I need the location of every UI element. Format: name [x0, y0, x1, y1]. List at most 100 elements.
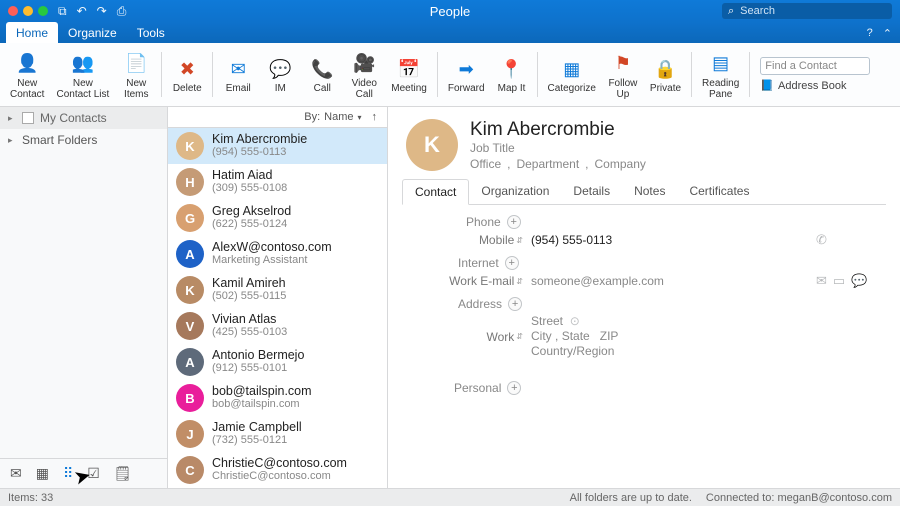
mail-icon[interactable]: ✉	[10, 465, 22, 482]
contact-name: Kim Abercrombie	[470, 119, 646, 141]
new-contact-list-button[interactable]: 👥 New Contact List	[52, 46, 113, 103]
contact-crumbs[interactable]: Office, Department, Company	[470, 157, 646, 171]
list-item[interactable]: KKamil Amireh(502) 555-0115	[168, 272, 387, 308]
phone-group: Phone + Mobile⇵ (954) 555-0113 ✆	[402, 215, 886, 248]
redo-icon[interactable]: ↷	[97, 4, 107, 19]
list-item[interactable]: H Hatim Aiad(309) 555-0108	[168, 164, 387, 200]
collapse-icon[interactable]: ⌃	[883, 27, 892, 40]
tab-contact[interactable]: Contact	[402, 179, 469, 205]
list-item[interactable]: GGreg Akselrod(622) 555-0124	[168, 200, 387, 236]
avatar: K	[176, 276, 204, 304]
search-box[interactable]: ⌕	[722, 3, 892, 19]
email-button[interactable]: ✉ Email	[219, 46, 257, 103]
tab-tools[interactable]: Tools	[127, 22, 175, 43]
checkbox-icon[interactable]	[22, 112, 34, 124]
meeting-button[interactable]: 📅 Meeting	[387, 46, 431, 103]
new-contact-icon: 👤	[16, 50, 38, 78]
list-item-name: AlexW@contoso.com	[212, 241, 332, 254]
video-chat-icon[interactable]: ▭	[833, 273, 845, 289]
phone-action-icon[interactable]: ✆	[816, 232, 827, 248]
list-item[interactable]: VVivian Atlas(425) 555-0103	[168, 308, 387, 344]
delete-button[interactable]: ✖ Delete	[168, 46, 206, 103]
contact-fields: Phone + Mobile⇵ (954) 555-0113 ✆ Interne…	[388, 205, 900, 413]
address-work-label[interactable]: Work⇵	[428, 330, 523, 344]
list-item[interactable]: KKim Abercrombie(954) 555-0113	[168, 128, 387, 164]
list-item[interactable]: Bbob@tailspin.combob@tailspin.com	[168, 380, 387, 416]
avatar: G	[176, 204, 204, 232]
contact-job-title[interactable]: Job Title	[470, 141, 646, 155]
tab-organize[interactable]: Organize	[58, 22, 127, 43]
email-placeholder[interactable]: someone@example.com	[531, 274, 808, 288]
phone-mobile-label[interactable]: Mobile⇵	[428, 233, 523, 247]
avatar: H	[176, 168, 204, 196]
list-item-sub: (732) 555-0121	[212, 434, 302, 447]
nav-smart-folders[interactable]: ▸ Smart Folders	[0, 129, 167, 151]
call-icon: 📞	[311, 55, 333, 83]
list-item-sub: (309) 555-0108	[212, 182, 287, 195]
map-pin-icon[interactable]: ⊙	[570, 314, 580, 328]
tab-notes[interactable]: Notes	[622, 179, 677, 204]
chevron-right-icon: ▸	[8, 135, 16, 146]
list-item-sub: Marketing Assistant	[212, 254, 332, 267]
close-icon[interactable]	[8, 6, 18, 16]
tab-details[interactable]: Details	[561, 179, 622, 204]
new-items-button[interactable]: 📄 New Items	[117, 46, 155, 103]
zoom-icon[interactable]	[38, 6, 48, 16]
add-phone-button[interactable]: +	[507, 215, 521, 229]
add-address-button[interactable]: +	[508, 297, 522, 311]
compose-email-icon[interactable]: ✉	[816, 273, 827, 289]
avatar: B	[176, 384, 204, 412]
sort-direction-icon[interactable]: ↑	[372, 111, 378, 123]
find-contact-input[interactable]: Find a Contact	[760, 57, 870, 75]
im-button[interactable]: 💬 IM	[261, 46, 299, 103]
video-call-button[interactable]: 🎥 Video Call	[345, 46, 383, 103]
chat-icon[interactable]: 💬	[851, 273, 867, 289]
list-item[interactable]: JJamie Campbell(732) 555-0121	[168, 416, 387, 452]
address-value[interactable]: Street ⊙ City , State ZIP Country/Region	[531, 314, 808, 359]
avatar: A	[176, 348, 204, 376]
minimize-icon[interactable]	[23, 6, 33, 16]
list-item-name: Antonio Bermejo	[212, 349, 304, 362]
reading-pane-button[interactable]: ▤ Reading Pane	[698, 46, 743, 103]
categorize-button[interactable]: ▦ Categorize	[544, 46, 600, 103]
save-icon[interactable]: ⧉	[58, 4, 67, 19]
list-item-sub: (502) 555-0115	[212, 290, 286, 303]
personal-group: Personal +	[402, 381, 886, 395]
im-icon: 💬	[269, 55, 291, 83]
forward-button[interactable]: ➡ Forward	[444, 46, 489, 103]
list-item-sub: (425) 555-0103	[212, 326, 287, 339]
lock-icon: 🔒	[654, 55, 676, 83]
list-item[interactable]: AAlexW@contoso.comMarketing Assistant	[168, 236, 387, 272]
undo-icon[interactable]: ↶	[77, 4, 87, 19]
tab-certificates[interactable]: Certificates	[677, 179, 761, 204]
reading-pane: K Kim Abercrombie Job Title Office, Depa…	[388, 107, 900, 488]
search-input[interactable]	[738, 4, 886, 18]
notes-icon[interactable]: 🗒	[114, 465, 132, 482]
follow-up-button[interactable]: ⚑ Follow Up	[604, 46, 642, 103]
private-button[interactable]: 🔒 Private	[646, 46, 685, 103]
list-item[interactable]: CChristieC@contoso.comChristieC@contoso.…	[168, 452, 387, 488]
calendar-icon[interactable]: ▦	[36, 465, 49, 482]
reading-pane-icon: ▤	[712, 50, 729, 78]
add-internet-button[interactable]: +	[505, 256, 519, 270]
address-book-button[interactable]: 📘 Address Book	[760, 79, 870, 92]
meeting-icon: 📅	[398, 55, 420, 83]
list-item-sub: (912) 555-0101	[212, 362, 304, 375]
list-item-name: Hatim Aiad	[212, 169, 287, 182]
list-item[interactable]: A Antonio Bermejo(912) 555-0101	[168, 344, 387, 380]
map-it-button[interactable]: 📍 Map It	[493, 46, 531, 103]
help-icon[interactable]: ?	[867, 27, 873, 40]
list-item-name: Kim Abercrombie	[212, 133, 307, 146]
phone-mobile-value[interactable]: (954) 555-0113	[531, 233, 808, 247]
call-button[interactable]: 📞 Call	[303, 46, 341, 103]
print-icon[interactable]: ⎙	[117, 4, 127, 19]
nav-my-contacts[interactable]: ▸ My Contacts	[0, 107, 167, 129]
tab-organization[interactable]: Organization	[469, 179, 561, 204]
map-icon: 📍	[500, 55, 522, 83]
add-personal-button[interactable]: +	[507, 381, 521, 395]
contact-card-tabs: Contact Organization Details Notes Certi…	[402, 179, 886, 205]
list-sort-header[interactable]: By: Name ▾ ↑	[168, 107, 387, 128]
tab-home[interactable]: Home	[6, 22, 58, 43]
new-contact-button[interactable]: 👤 New Contact	[6, 46, 48, 103]
email-label[interactable]: Work E-mail⇵	[428, 274, 523, 288]
